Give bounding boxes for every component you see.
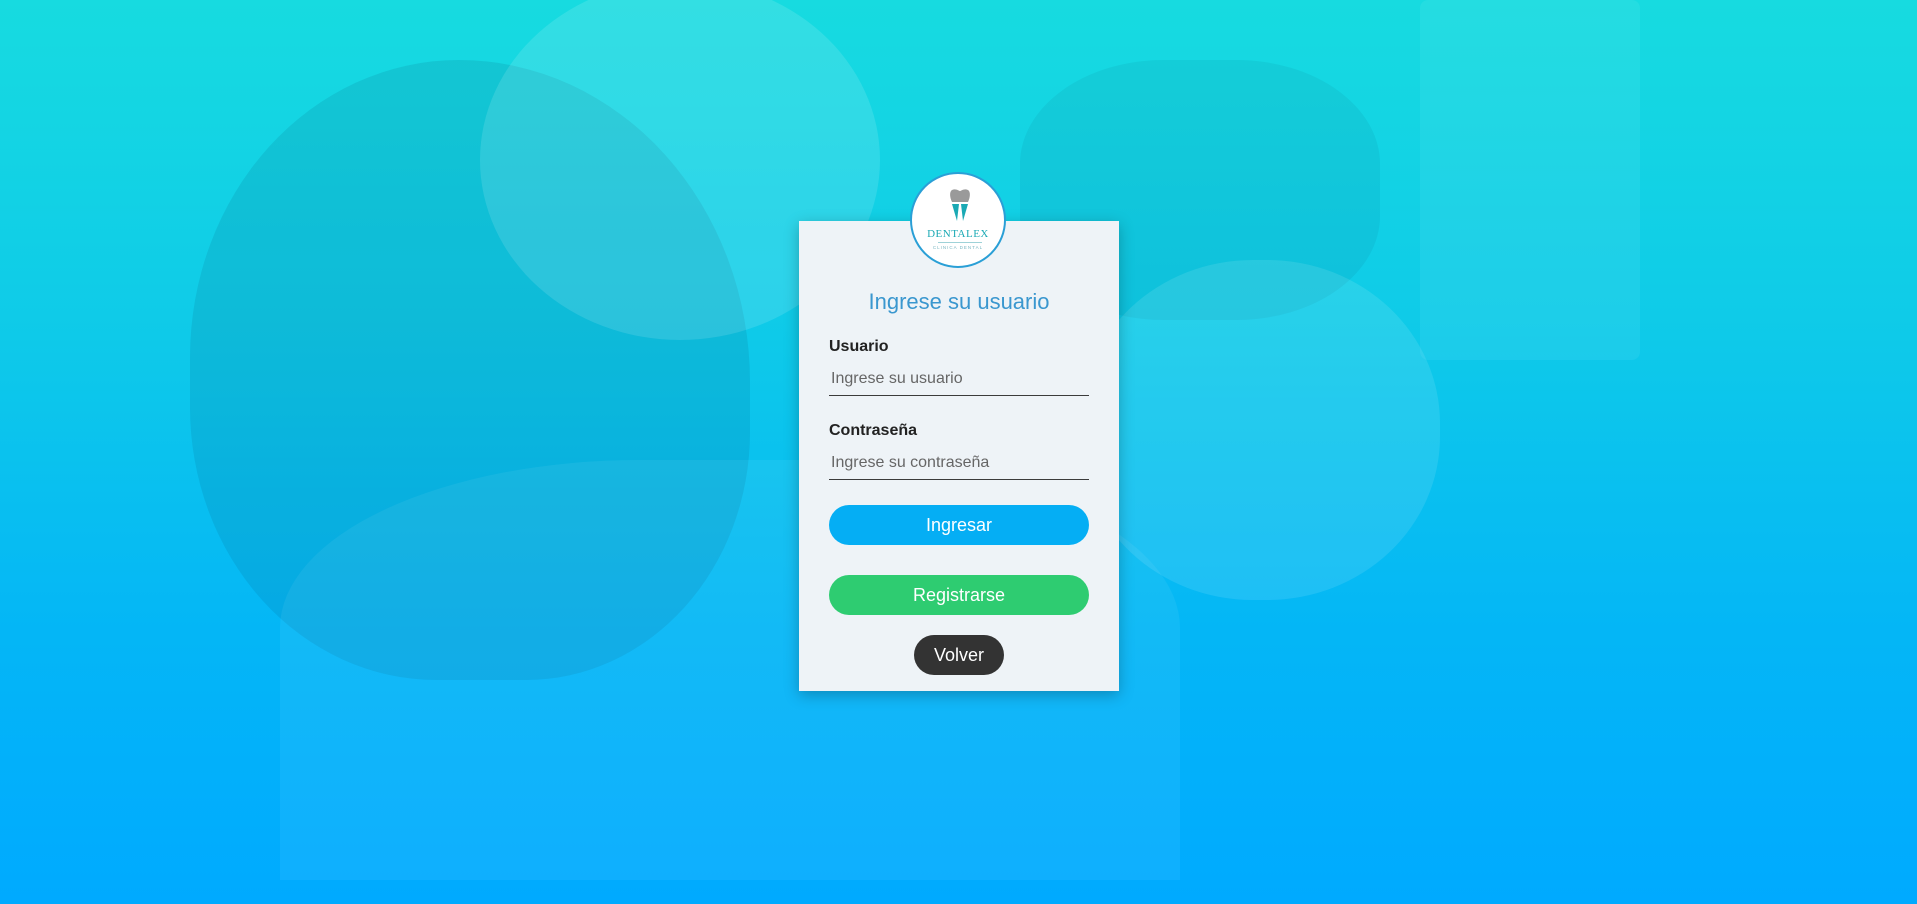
brand-name: DENTALEX: [927, 228, 989, 240]
username-label: Usuario: [829, 338, 889, 355]
back-button[interactable]: Volver: [914, 635, 1004, 675]
password-label: Contraseña: [829, 422, 918, 439]
brand-divider: [938, 242, 982, 243]
brand-subtitle: CLINICA DENTAL: [932, 245, 984, 250]
login-title: Ingrese su usuario: [868, 289, 1050, 314]
username-input[interactable]: [829, 362, 1089, 396]
register-button[interactable]: Registrarse: [829, 575, 1089, 615]
tooth-icon: [950, 189, 970, 221]
brand-logo: DENTALEX CLINICA DENTAL: [910, 172, 1006, 268]
login-button[interactable]: Ingresar: [829, 505, 1089, 545]
background-lamp-shape: [1420, 0, 1640, 360]
password-input[interactable]: [829, 446, 1089, 480]
